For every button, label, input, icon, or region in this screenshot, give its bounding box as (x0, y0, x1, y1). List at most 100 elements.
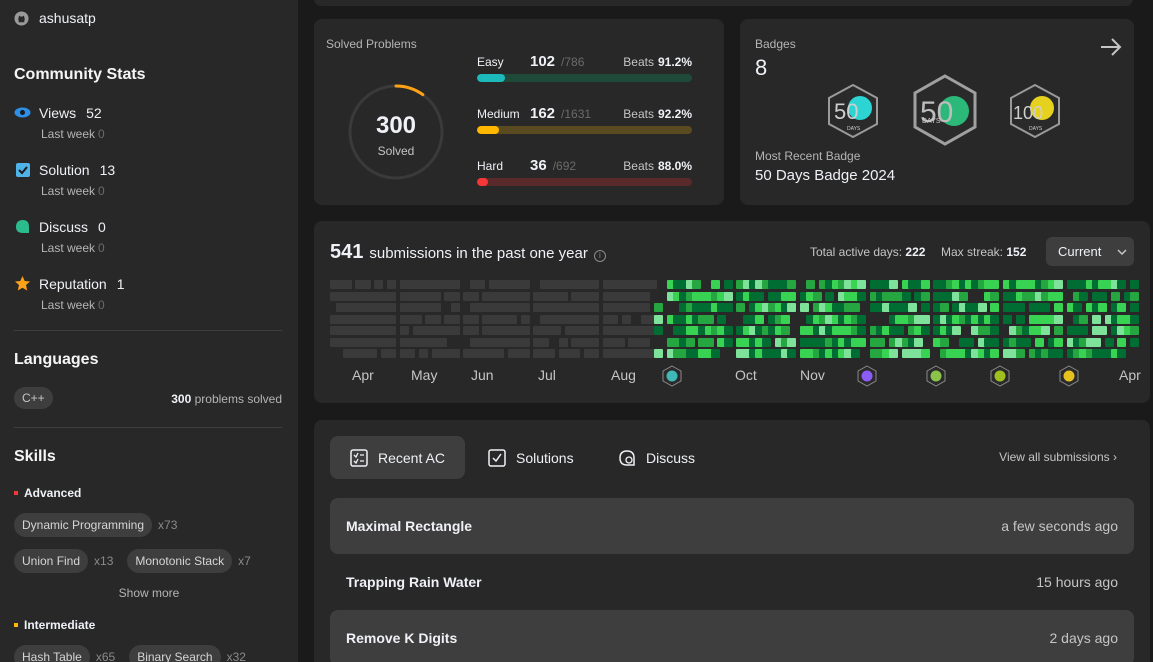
heatmap-cell[interactable] (450, 314, 460, 324)
heatmap-cell[interactable] (812, 291, 822, 301)
heatmap-cell[interactable] (1104, 337, 1114, 347)
heatmap-cell[interactable] (1079, 314, 1089, 324)
heatmap-cell[interactable] (469, 291, 479, 301)
heatmap-cell[interactable] (799, 303, 809, 312)
heatmap-cell[interactable] (787, 349, 797, 358)
monthly-badge-icon[interactable] (926, 365, 946, 387)
year-select[interactable]: Current (1046, 237, 1134, 266)
submission-row[interactable]: Maximal Rectangle a few seconds ago (330, 498, 1134, 554)
heatmap-cell[interactable] (914, 337, 924, 347)
monthly-badge-icon[interactable] (857, 365, 877, 387)
heatmap-cell[interactable] (990, 291, 1000, 301)
heatmap-cell[interactable] (387, 326, 397, 335)
heatmap-cell[interactable] (717, 314, 727, 324)
heatmap-cell[interactable] (1079, 291, 1089, 301)
language-tag-cpp[interactable]: C++ (14, 387, 53, 409)
heatmap-cell[interactable] (952, 326, 962, 335)
heatmap-cell[interactable] (437, 337, 447, 347)
skill-tag[interactable]: Monotonic Stack (127, 549, 233, 573)
heatmap-cell[interactable] (895, 326, 905, 335)
heatmap-cell[interactable] (920, 314, 930, 324)
heatmap-cell[interactable] (723, 337, 733, 347)
heatmap-cell[interactable] (850, 349, 860, 358)
heatmap-cell[interactable] (1022, 337, 1032, 347)
heatmap-cell[interactable] (520, 303, 530, 312)
heatmap-cell[interactable] (1092, 337, 1101, 347)
heatmap-cell[interactable] (406, 349, 416, 358)
heatmap-cell[interactable] (647, 280, 657, 289)
heatmap-cell[interactable] (787, 303, 797, 312)
heatmap-cell[interactable] (787, 280, 797, 289)
heatmap-cell[interactable] (736, 303, 746, 312)
heatmap-cell[interactable] (590, 349, 600, 358)
heatmap-cell[interactable] (990, 314, 1000, 324)
heatmap-cell[interactable] (431, 303, 441, 312)
tab-discuss[interactable]: Discuss (598, 436, 715, 479)
heatmap-cell[interactable] (939, 337, 949, 347)
heatmap-cell[interactable] (1130, 303, 1140, 312)
heatmap-cell[interactable] (590, 291, 600, 301)
heatmap-cell[interactable] (387, 349, 397, 358)
heatmap-cell[interactable] (469, 326, 479, 335)
heatmap-cell[interactable] (857, 291, 867, 301)
heatmap-cell[interactable] (990, 280, 1000, 289)
heatmap-cell[interactable] (857, 326, 867, 335)
heatmap-cell[interactable] (609, 314, 619, 324)
heatmap-cell[interactable] (850, 303, 860, 312)
heatmap-cell[interactable] (704, 314, 714, 324)
skill-tag[interactable]: Hash Table (14, 645, 90, 662)
heatmap-cell[interactable] (1111, 291, 1121, 301)
heatmap-cell[interactable] (361, 280, 371, 289)
heatmap-cell[interactable] (539, 337, 549, 347)
heatmap-cell[interactable] (507, 314, 517, 324)
heatmap-cell[interactable] (825, 291, 835, 301)
heatmap-cell[interactable] (1117, 280, 1127, 289)
heatmap-cell[interactable] (545, 349, 555, 358)
heatmap-cell[interactable] (1117, 303, 1127, 312)
heatmap-cell[interactable] (520, 291, 530, 301)
heatmap-cell[interactable] (476, 280, 486, 289)
heatmap-cell[interactable] (450, 349, 460, 358)
heatmap-cell[interactable] (1098, 326, 1108, 335)
heatmap-cell[interactable] (368, 349, 378, 358)
heatmap-cell[interactable] (450, 280, 460, 289)
heatmap-cell[interactable] (990, 337, 1000, 347)
heatmap-cell[interactable] (552, 326, 562, 335)
badge-100-days[interactable]: 100 DAYS (1008, 83, 1062, 139)
heatmap-cell[interactable] (590, 280, 600, 289)
heatmap-cell[interactable] (723, 303, 733, 312)
heatmap-cell[interactable] (342, 280, 352, 289)
heatmap-cell[interactable] (920, 349, 930, 358)
heatmap-cell[interactable] (990, 303, 1000, 312)
heatmap-cell[interactable] (920, 291, 930, 301)
heatmap-cell[interactable] (387, 291, 397, 301)
heatmap-cell[interactable] (520, 349, 530, 358)
heatmap-cell[interactable] (1053, 303, 1063, 312)
heatmap-cell[interactable] (399, 326, 409, 335)
heatmap-cell[interactable] (641, 291, 651, 301)
heatmap-cell[interactable] (590, 326, 600, 335)
heatmap-cell[interactable] (1041, 326, 1051, 335)
heatmap-cell[interactable] (1130, 280, 1140, 289)
heatmap-cell[interactable] (1092, 314, 1101, 324)
heatmap-cell[interactable] (431, 314, 441, 324)
heatmap-cell[interactable] (965, 337, 974, 347)
heatmap-cell[interactable] (374, 280, 384, 289)
tab-recent-ac[interactable]: Recent AC (330, 436, 465, 479)
username-link[interactable]: ashusatp (39, 10, 96, 26)
heatmap-cell[interactable] (958, 291, 968, 301)
monthly-badge-icon[interactable] (662, 365, 682, 387)
heatmap-cell[interactable] (520, 280, 530, 289)
heatmap-cell[interactable] (450, 303, 460, 312)
tab-solutions[interactable]: Solutions (468, 436, 594, 479)
heatmap-cell[interactable] (1072, 303, 1082, 312)
heatmap-cell[interactable] (1053, 349, 1063, 358)
heatmap-cell[interactable] (780, 326, 790, 335)
heatmap-cell[interactable] (558, 337, 568, 347)
info-icon[interactable]: i (593, 250, 606, 262)
heatmap-cell[interactable] (1034, 337, 1044, 347)
heatmap-cell[interactable] (685, 337, 695, 347)
heatmap-cell[interactable] (1053, 291, 1063, 301)
heatmap-cell[interactable] (780, 314, 790, 324)
heatmap-cell[interactable] (1015, 314, 1025, 324)
